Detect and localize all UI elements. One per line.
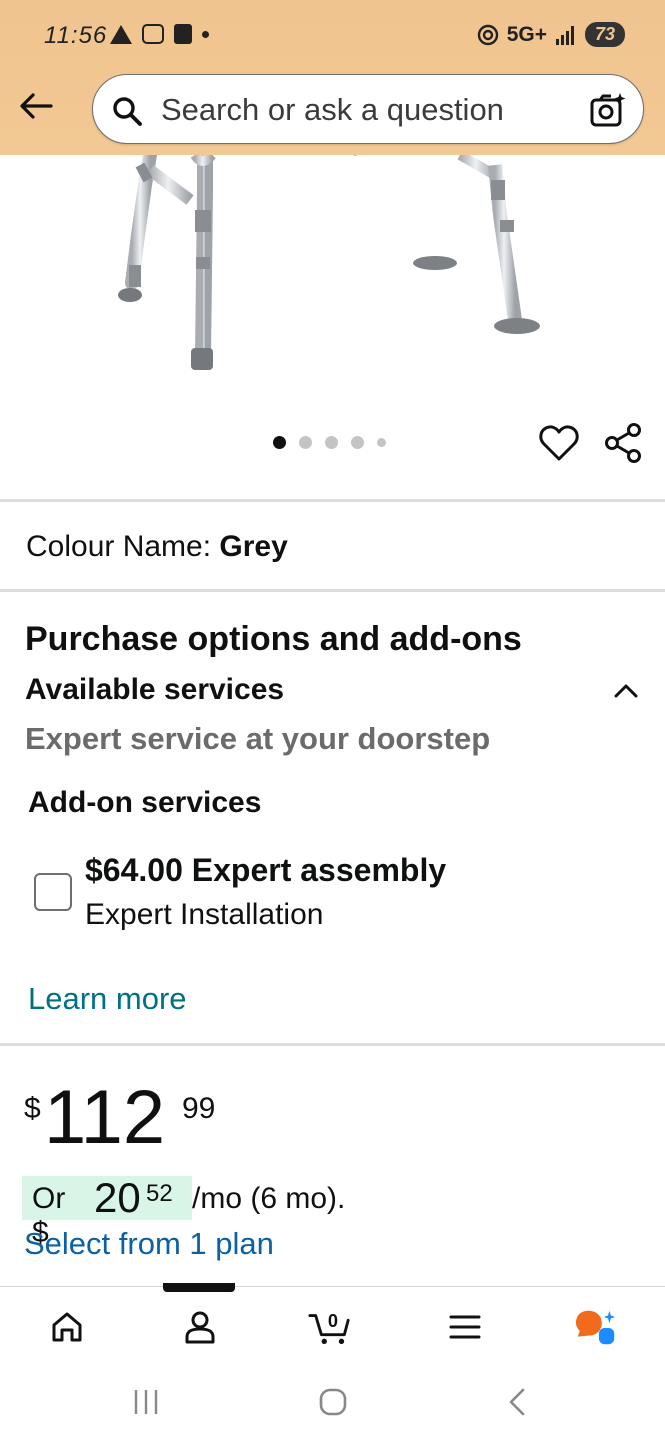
installment-fraction: 52 <box>146 1180 173 1207</box>
back-button[interactable] <box>16 86 56 126</box>
price-fraction: 99 <box>182 1092 216 1125</box>
arrow-left-icon <box>20 93 53 119</box>
menu-icon <box>449 1315 481 1339</box>
network-type: 5G+ <box>506 22 547 46</box>
signal-icon <box>555 25 574 45</box>
price-currency-symbol: $ <box>24 1092 41 1125</box>
carousel-dot[interactable] <box>299 436 312 449</box>
home-circle-icon <box>319 1388 347 1416</box>
nav-assistant[interactable] <box>575 1305 619 1349</box>
expert-installation-subtitle: Expert Installation <box>85 898 324 931</box>
installment-suffix: /mo (6 mo). <box>192 1182 346 1215</box>
system-navigation <box>0 1366 665 1440</box>
nav-cart[interactable]: 0 <box>308 1305 352 1349</box>
warning-icon <box>110 24 132 44</box>
select-plan-link[interactable]: Select from 1 plan <box>24 1226 274 1262</box>
expert-assembly-title[interactable]: $64.00 Expert assembly <box>85 852 446 889</box>
purchase-options-heading: Purchase options and add-ons <box>25 620 522 658</box>
status-right: 5G+ 73 <box>477 22 625 47</box>
heart-icon[interactable] <box>538 422 580 464</box>
camera-search-icon[interactable] <box>589 91 627 129</box>
cart-icon: 0 <box>308 1311 350 1345</box>
screenshot-icon <box>142 24 164 44</box>
nav-home[interactable] <box>45 1305 89 1349</box>
learn-more-link[interactable]: Learn more <box>28 981 187 1017</box>
divider <box>0 499 665 502</box>
recent-apps-button[interactable] <box>126 1382 166 1422</box>
back-system-button[interactable] <box>498 1382 538 1422</box>
status-bar: 11:56 5G+ 73 <box>0 0 665 68</box>
more-notifications-icon <box>202 30 209 38</box>
search-bar[interactable]: Search or ask a question <box>92 74 644 144</box>
carousel-dot[interactable] <box>377 438 386 447</box>
price-whole: 112 <box>44 1075 166 1160</box>
recent-apps-icon <box>134 1390 158 1414</box>
nav-account[interactable] <box>178 1305 222 1349</box>
colour-label: Colour Name: <box>26 530 220 563</box>
chevron-left-icon <box>509 1388 525 1416</box>
home-system-button[interactable] <box>313 1382 353 1422</box>
colour-value: Grey <box>219 530 288 563</box>
hotspot-icon <box>477 24 498 45</box>
nav-menu[interactable] <box>443 1305 487 1349</box>
battery-indicator: 73 <box>584 22 625 47</box>
product-page: 11:56 5G+ 73 Search or ask a question Co… <box>0 0 665 1440</box>
share-icon[interactable] <box>603 422 643 464</box>
installment-whole: 20 <box>94 1174 141 1221</box>
product-image[interactable] <box>0 148 665 415</box>
product-photo <box>118 148 540 370</box>
expert-service-tagline: Expert service at your doorstep <box>25 721 491 756</box>
divider <box>0 1043 665 1046</box>
image-carousel-dots[interactable] <box>273 436 386 449</box>
carousel-dot[interactable] <box>351 436 364 449</box>
account-icon <box>185 1311 215 1344</box>
search-input[interactable]: Search or ask a question <box>161 92 504 128</box>
search-icon <box>113 97 142 126</box>
colour-selection[interactable]: Colour Name: Grey <box>26 530 288 564</box>
bottom-navigation: 0 <box>0 1286 665 1366</box>
status-time: 11:56 <box>44 22 108 49</box>
cart-count: 0 <box>328 1311 338 1331</box>
addon-services-heading: Add-on services <box>28 786 262 819</box>
app-notification-icon <box>174 24 192 44</box>
assistant-icon <box>575 1310 616 1345</box>
home-icon <box>52 1312 82 1342</box>
carousel-dot[interactable] <box>273 436 286 449</box>
status-notification-icons <box>110 24 209 44</box>
available-services-heading[interactable]: Available services <box>25 673 284 707</box>
divider <box>0 589 665 592</box>
chevron-up-icon[interactable] <box>612 680 640 700</box>
carousel-dot[interactable] <box>325 436 338 449</box>
header: 11:56 5G+ 73 Search or ask a question <box>0 0 665 155</box>
active-tab-indicator <box>163 1283 235 1292</box>
expert-assembly-checkbox[interactable] <box>34 873 72 911</box>
